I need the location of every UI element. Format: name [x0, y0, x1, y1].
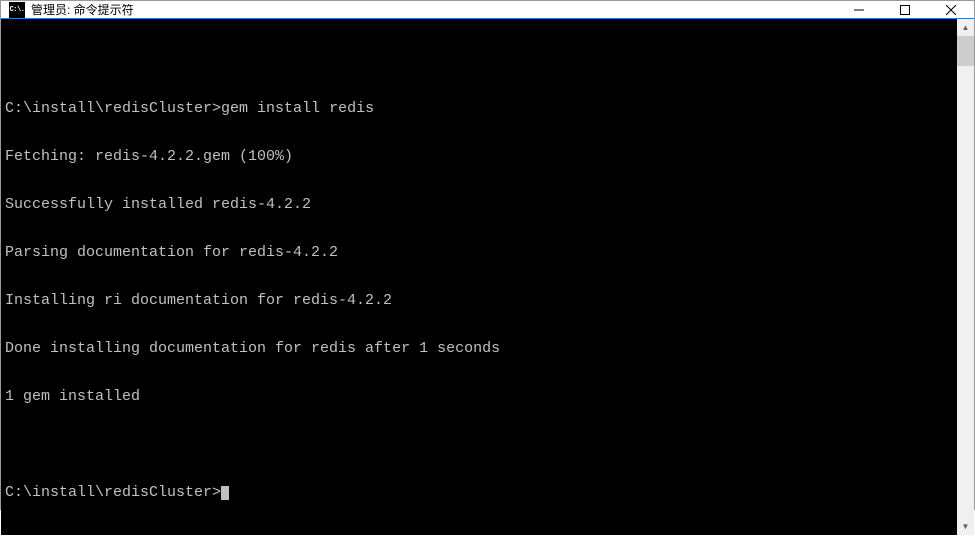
terminal-line: Parsing documentation for redis-4.2.2	[5, 245, 953, 261]
scroll-up-arrow-icon[interactable]: ▲	[957, 19, 974, 36]
close-icon	[946, 5, 956, 15]
scroll-track[interactable]	[957, 36, 974, 518]
scroll-thumb[interactable]	[957, 36, 974, 66]
cursor	[221, 486, 229, 500]
scroll-down-arrow-icon[interactable]: ▼	[957, 518, 974, 535]
terminal-area: C:\install\redisCluster>gem install redi…	[1, 19, 974, 535]
window-title: 管理员: 命令提示符	[31, 1, 836, 18]
terminal-output[interactable]: C:\install\redisCluster>gem install redi…	[1, 19, 957, 535]
prompt-text: C:\install\redisCluster>	[5, 484, 221, 501]
terminal-line: Done installing documentation for redis …	[5, 341, 953, 357]
terminal-line: C:\install\redisCluster>	[5, 485, 953, 501]
minimize-button[interactable]	[836, 1, 882, 18]
app-icon: C:\.	[9, 2, 25, 18]
window-controls	[836, 1, 974, 18]
terminal-line: Successfully installed redis-4.2.2	[5, 197, 953, 213]
terminal-line: 1 gem installed	[5, 389, 953, 405]
terminal-line: C:\install\redisCluster>gem install redi…	[5, 101, 953, 117]
command-text: gem install redis	[221, 100, 374, 117]
vertical-scrollbar[interactable]: ▲ ▼	[957, 19, 974, 535]
maximize-icon	[900, 5, 910, 15]
minimize-icon	[854, 5, 864, 15]
maximize-button[interactable]	[882, 1, 928, 18]
close-button[interactable]	[928, 1, 974, 18]
command-prompt-window: C:\. 管理员: 命令提示符 C:\install\redisCluster>…	[0, 0, 975, 510]
terminal-line: Installing ri documentation for redis-4.…	[5, 293, 953, 309]
terminal-line	[5, 437, 953, 453]
titlebar: C:\. 管理员: 命令提示符	[1, 1, 974, 19]
terminal-line: Fetching: redis-4.2.2.gem (100%)	[5, 149, 953, 165]
terminal-line	[5, 53, 953, 69]
prompt-text: C:\install\redisCluster>	[5, 100, 221, 117]
